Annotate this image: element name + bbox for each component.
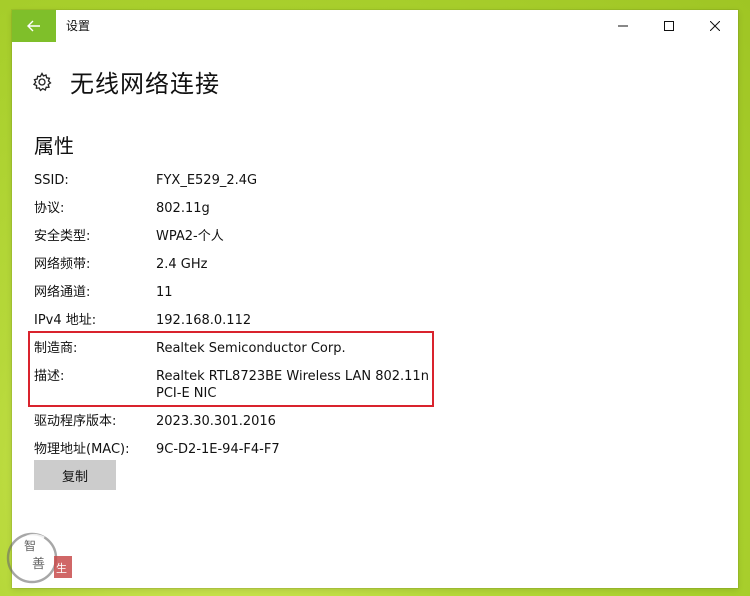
close-icon [710,21,720,31]
close-button[interactable] [692,10,738,42]
property-value: 802.11g [156,201,210,216]
section-title: 属性 [34,134,74,158]
property-label: 制造商: [34,341,78,356]
property-value: 2.4 GHz [156,257,208,272]
property-value: 2023.30.301.2016 [156,414,276,429]
property-row-channel: 网络通道: 11 [34,284,454,301]
property-value: 11 [156,285,173,300]
svg-text:善: 善 [32,556,45,572]
property-row-ipv4: IPv4 地址: 192.168.0.112 [34,312,454,329]
watermark-logo: 智 善 生 [6,532,72,584]
copy-button[interactable]: 复制 [34,460,116,490]
svg-text:智: 智 [24,538,36,553]
property-value: FYX_E529_2.4G [156,173,258,188]
property-value: WPA2-个人 [156,229,224,244]
maximize-icon [664,21,674,31]
property-label: 安全类型: [34,229,91,244]
window-title: 设置 [66,19,91,33]
minimize-icon [618,25,628,27]
property-label: SSID: [34,173,69,188]
property-row-band: 网络频带: 2.4 GHz [34,256,454,273]
maximize-button[interactable] [646,10,692,42]
property-label: 描述: [34,369,65,384]
property-row-manufacturer: 制造商: Realtek Semiconductor Corp. [34,340,454,357]
page-title: 无线网络连接 [70,70,220,98]
property-row-ssid: SSID: FYX_E529_2.4G [34,172,454,189]
property-label: 协议: [34,201,65,216]
property-value: Realtek Semiconductor Corp. [156,341,346,356]
property-label: 网络频带: [34,257,91,272]
property-row-mac: 物理地址(MAC): 9C-D2-1E-94-F4-F7 [34,441,454,458]
svg-text:生: 生 [56,561,67,575]
property-row-driver-version: 驱动程序版本: 2023.30.301.2016 [34,413,454,430]
property-row-description: 描述: Realtek RTL8723BE Wireless LAN 802.1… [34,368,454,402]
settings-window: 设置 无线网络连接 属性 SSID: FYX_E529_2.4G 协议: 802… [12,10,738,588]
property-label: 驱动程序版本: [34,414,117,429]
property-value: Realtek RTL8723BE Wireless LAN 802.11n P… [156,369,429,401]
page-header: 无线网络连接 [32,64,220,99]
window-controls [600,10,738,42]
settings-content: 无线网络连接 属性 SSID: FYX_E529_2.4G 协议: 802.11… [12,42,738,588]
properties-list: SSID: FYX_E529_2.4G 协议: 802.11g 安全类型: WP… [34,172,454,469]
property-row-protocol: 协议: 802.11g [34,200,454,217]
gear-icon [32,71,52,91]
property-value: 9C-D2-1E-94-F4-F7 [156,442,280,457]
back-button[interactable] [12,10,56,42]
property-label: IPv4 地址: [34,313,97,328]
property-value: 192.168.0.112 [156,313,252,328]
property-row-security-type: 安全类型: WPA2-个人 [34,228,454,245]
property-label: 物理地址(MAC): [34,442,130,457]
minimize-button[interactable] [600,10,646,42]
title-bar: 设置 [12,10,738,42]
property-label: 网络通道: [34,285,91,300]
back-arrow-icon [27,20,40,32]
